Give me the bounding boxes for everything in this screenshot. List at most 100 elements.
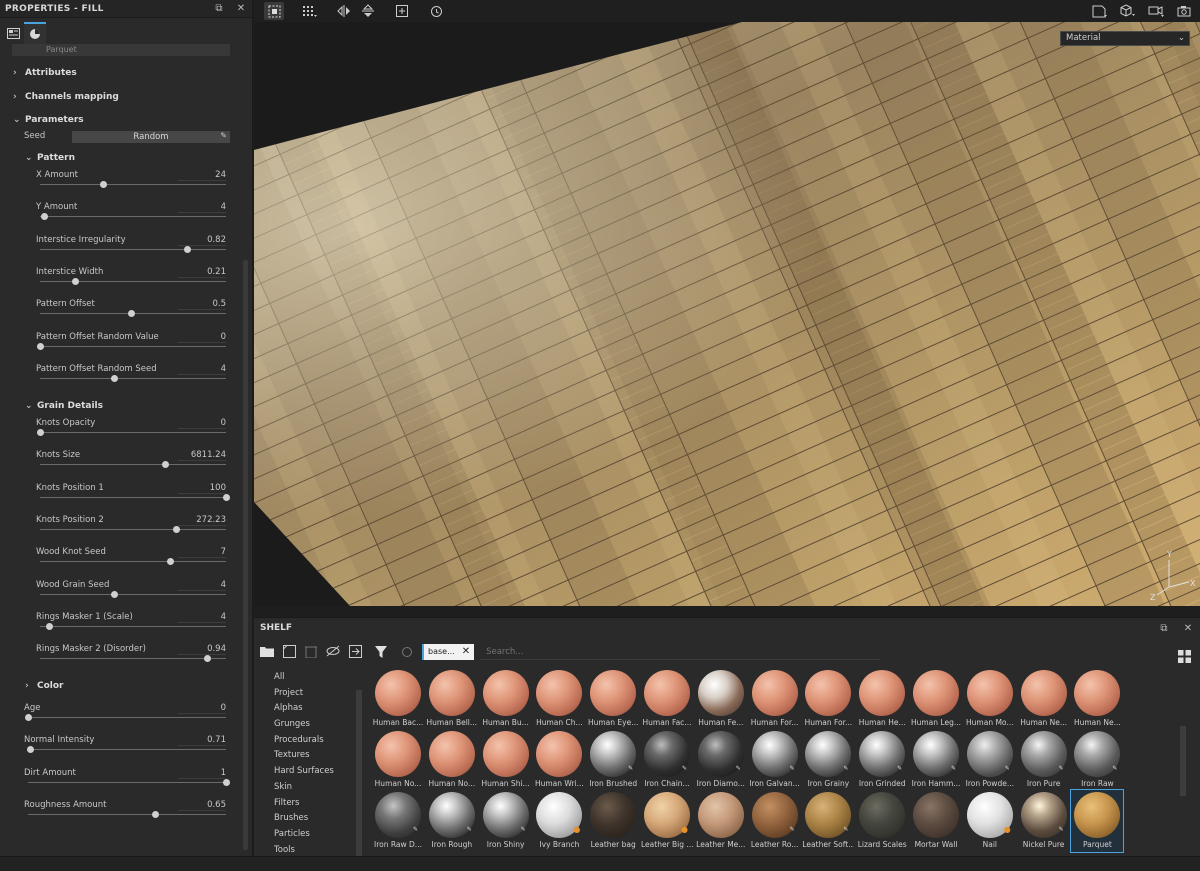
symmetry-x-button[interactable] <box>334 2 354 20</box>
shelf-material-item[interactable]: Human Eye... <box>587 668 639 730</box>
slider-track[interactable] <box>40 528 226 530</box>
shelf-material-item[interactable]: Iron Chain... ✎ <box>641 729 693 791</box>
seed-random-button[interactable]: Random <box>72 131 230 143</box>
close-icon[interactable]: ✕ <box>1176 623 1200 634</box>
param-value[interactable]: 0.82 <box>207 235 226 245</box>
shelf-material-item[interactable]: Iron Rough ✎ <box>426 790 478 852</box>
shelf-material-item[interactable]: Human Ne... <box>1018 668 1070 730</box>
slider-handle[interactable] <box>26 746 34 754</box>
param-value[interactable]: 4 <box>221 202 226 212</box>
shelf-material-item[interactable]: Human He... <box>856 668 908 730</box>
slider-handle[interactable] <box>223 493 230 501</box>
shelf-material-item[interactable]: Leather Me... <box>695 790 747 852</box>
slider-track[interactable] <box>40 432 226 433</box>
shelf-material-item[interactable]: Human No... <box>426 729 478 791</box>
shelf-material-item[interactable]: Human Mo... <box>964 668 1016 730</box>
section-parameters[interactable]: ⌄ Parameters <box>13 115 84 125</box>
slider-handle[interactable] <box>161 461 169 469</box>
shelf-material-item[interactable]: Iron Shiny ✎ <box>480 790 532 852</box>
3d-viewport[interactable]: Y X Z Material ⌄ <box>254 22 1200 606</box>
slider-track[interactable] <box>40 496 226 498</box>
remove-tag-icon[interactable]: ✕ <box>462 644 470 660</box>
slider-handle[interactable] <box>37 429 44 436</box>
slider-handle[interactable] <box>128 310 136 318</box>
category-particles[interactable]: Particles <box>274 827 356 843</box>
param-value[interactable]: 272.23 <box>196 515 226 525</box>
refresh-icon[interactable] <box>396 641 418 663</box>
shelf-material-item[interactable]: Ivy Branch ● <box>533 790 585 852</box>
preset-selector[interactable]: Parquet <box>12 44 230 56</box>
param-value[interactable]: 0 <box>221 332 226 342</box>
tab-layer-properties[interactable] <box>2 22 24 44</box>
category-brushes[interactable]: Brushes <box>274 811 356 827</box>
shelf-material-item[interactable]: Human Fe... <box>695 668 747 730</box>
slider-track[interactable] <box>28 781 226 783</box>
section-pattern[interactable]: ⌄ Pattern <box>25 153 75 163</box>
shelf-material-item[interactable]: Leather Ro... ✎ <box>749 790 801 852</box>
slider-track[interactable] <box>40 216 226 218</box>
category-project[interactable]: Project <box>274 686 356 702</box>
filter-tag[interactable]: base... ✕ <box>422 644 475 660</box>
shelf-material-item[interactable]: Leather bag <box>587 790 639 852</box>
section-channels-mapping[interactable]: › Channels mapping <box>13 92 119 102</box>
shelf-material-item[interactable]: Iron Raw D... ✎ <box>372 790 424 852</box>
param-value[interactable]: 1 <box>221 768 226 778</box>
slider-track[interactable] <box>40 561 226 563</box>
view-3d-button[interactable] <box>1118 2 1138 20</box>
slider-handle[interactable] <box>46 622 54 630</box>
shelf-material-item[interactable]: Iron Hamm... ✎ <box>910 729 962 791</box>
slider-track[interactable] <box>28 813 226 815</box>
slider-track[interactable] <box>28 717 226 718</box>
slider-handle[interactable] <box>72 277 80 285</box>
slider-track[interactable] <box>40 280 226 282</box>
history-button[interactable] <box>426 2 446 20</box>
shelf-material-item[interactable]: Human Bu... <box>480 668 532 730</box>
shelf-material-item[interactable]: Human Ch... <box>533 668 585 730</box>
shelf-material-item[interactable]: Iron Grainy ✎ <box>802 729 854 791</box>
float-panel-icon[interactable]: ⧉ <box>1152 623 1176 634</box>
category-grunges[interactable]: Grunges <box>274 717 356 733</box>
slider-handle[interactable] <box>183 245 191 253</box>
category-textures[interactable]: Textures <box>274 748 356 764</box>
slider-track[interactable] <box>28 749 226 751</box>
slider-handle[interactable] <box>111 374 119 382</box>
folder-icon[interactable] <box>258 642 276 660</box>
slider-handle[interactable] <box>40 213 48 221</box>
shelf-material-item[interactable]: Human Shi... <box>480 729 532 791</box>
grid-view-icon[interactable] <box>1178 650 1192 664</box>
shelf-material-item[interactable]: Human For... <box>802 668 854 730</box>
section-attributes[interactable]: › Attributes <box>13 68 77 78</box>
param-value[interactable]: 7 <box>221 547 226 557</box>
viewport-mode-select[interactable]: Material ⌄ <box>1060 31 1190 46</box>
shelf-material-item[interactable]: Lizard Scales <box>856 790 908 852</box>
slider-track[interactable] <box>40 345 226 347</box>
grid-select-button[interactable] <box>300 2 320 20</box>
category-hard-surfaces[interactable]: Hard Surfaces <box>274 764 356 780</box>
shelf-material-item[interactable]: Leather Big ... ● <box>641 790 693 852</box>
param-value[interactable]: 0 <box>221 418 226 428</box>
shelf-material-item[interactable]: Human No... <box>372 729 424 791</box>
shelf-grid-scrollbar[interactable] <box>1180 726 1186 796</box>
delete-icon[interactable] <box>302 642 320 660</box>
new-shelf-icon[interactable] <box>280 642 298 660</box>
slider-track[interactable] <box>40 377 226 379</box>
shelf-material-item[interactable]: Leather Soft... ✎ <box>802 790 854 852</box>
shelf-material-item[interactable]: Human Ne... <box>1071 668 1123 730</box>
slider-handle[interactable] <box>167 558 175 566</box>
param-value[interactable]: 0.65 <box>207 800 226 810</box>
shelf-material-item[interactable]: Mortar Wall <box>910 790 962 852</box>
category-all[interactable]: All <box>274 670 356 686</box>
view-2d-button[interactable] <box>1090 2 1110 20</box>
category-alphas[interactable]: Alphas <box>274 701 356 717</box>
param-value[interactable]: 0.5 <box>212 299 226 309</box>
slider-handle[interactable] <box>100 181 108 188</box>
section-color[interactable]: › Color <box>25 681 64 691</box>
param-value[interactable]: 24 <box>215 170 226 180</box>
shelf-material-item[interactable]: Nickel Pure ✎ <box>1018 790 1070 852</box>
slider-handle[interactable] <box>172 525 180 533</box>
param-value[interactable]: 0 <box>221 703 226 713</box>
shelf-material-item[interactable]: Iron Grinded ✎ <box>856 729 908 791</box>
shelf-material-item[interactable]: Iron Powde... ✎ <box>964 729 1016 791</box>
param-value[interactable]: 4 <box>221 364 226 374</box>
slider-track[interactable] <box>40 464 226 466</box>
